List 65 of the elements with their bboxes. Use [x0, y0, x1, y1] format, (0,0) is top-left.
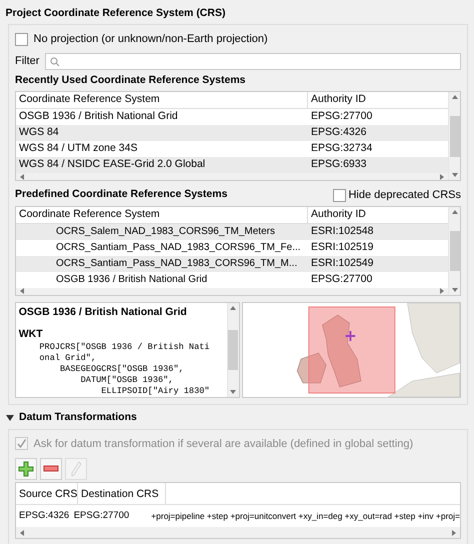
arrow-icon[interactable] [19, 530, 25, 536]
horizontal-scrollbar[interactable] [16, 288, 448, 295]
arrow-icon[interactable] [19, 288, 25, 294]
column-header[interactable]: Coordinate Reference System [16, 207, 308, 223]
arrow-icon[interactable] [19, 174, 25, 180]
horizontal-scrollbar[interactable] [16, 173, 448, 180]
table-cell-text: ESRI:102519 [310, 240, 374, 255]
arrow-icon[interactable] [230, 304, 236, 310]
arrow-icon[interactable] [452, 94, 458, 100]
remove-icon [42, 464, 59, 472]
column-header[interactable]: Coordinate Reference System [16, 92, 308, 108]
table-cell-text: EPSG:27700 [72, 509, 130, 524]
column-header[interactable]: Authority ID [308, 207, 366, 223]
arrow-icon[interactable] [451, 530, 457, 536]
table-cell-text: EPSG:27700 [310, 272, 372, 287]
code-line: onal Grid", [38, 353, 98, 364]
vertical-scrollbar[interactable] [448, 207, 460, 295]
table-cell-text: OCRS_Santiam_Pass_NAD_1983_CORS96_TM_M... [55, 257, 298, 272]
checkbox-label: Hide deprecated CRSs [348, 188, 461, 203]
checkbox-label: No projection (or unknown/non-Earth projection) [34, 32, 268, 47]
column-header[interactable]: Source CRS [16, 483, 78, 504]
table-cell-text: OCRS_Santiam_Pass_NAD_1983_CORS96_TM_Fe... [55, 241, 302, 256]
table-cell-text: WGS 84 [18, 125, 60, 140]
checkbox[interactable] [332, 188, 346, 202]
table-cell-text: OCRS_Salem_NAD_1983_CORS96_TM_Meters [55, 225, 276, 240]
horizontal-scrollbar[interactable] [16, 527, 460, 538]
table-title: Predefined Coordinate Reference Systems [15, 187, 228, 202]
tool-button[interactable] [15, 458, 37, 480]
add-icon [18, 460, 34, 476]
checkbox-label: Ask for datum transformation if several are available (defined in global setting) [34, 436, 414, 452]
expand-arrow-icon[interactable] [6, 414, 14, 422]
table-cell-text: WGS 84 / NSIDC EASE-Grid 2.0 Global [18, 157, 206, 172]
code-line: DATUM["OSGB 1936", [80, 375, 174, 386]
code-line: PROJCRS["OSGB 1936 / British Nati [38, 342, 211, 354]
pencil-icon [70, 460, 82, 476]
arrow-icon[interactable] [452, 287, 458, 293]
table-cell-text: EPSG:27700 [310, 109, 372, 124]
wkt-heading: WKT [18, 326, 44, 342]
table-cell-text: EPSG:6933 [310, 157, 366, 172]
table-cell-text: OSGB 1936 / British National Grid [55, 273, 208, 288]
checkbox[interactable] [15, 32, 28, 46]
section-title: Datum Transformations [19, 410, 137, 425]
table-title: Recently Used Coordinate Reference Systems [15, 72, 247, 88]
table-cell-text: +proj=pipeline +step +proj=unitconvert +xy_in=deg +xy_out=rad +step +inv +proj= [150, 510, 460, 523]
table-cell-text: WGS 84 / UTM zone 34S [18, 141, 138, 156]
code-line: BASEGEOGCRS["OSGB 1936", [59, 364, 185, 376]
arrow-icon[interactable] [230, 388, 236, 394]
tool-button[interactable] [40, 458, 62, 480]
filter-label: Filter [15, 54, 40, 70]
table-cell-text: EPSG:32734 [310, 141, 372, 156]
table-cell-text: EPSG:4326 [18, 509, 70, 524]
column-header[interactable]: Destination CRS [78, 483, 166, 504]
table-cell-text: EPSG:4326 [310, 125, 366, 140]
vertical-scrollbar[interactable] [448, 92, 460, 180]
table-cell-text: ESRI:102549 [310, 256, 374, 271]
crs-name: OSGB 1936 / British National Grid [18, 305, 188, 320]
table-cell-text: OSGB 1936 / British National Grid [18, 109, 179, 124]
code-line: ELLIPSOID["Airy 1830" [100, 386, 211, 398]
arrow-icon[interactable] [452, 209, 458, 215]
search-icon [50, 56, 60, 66]
table-cell-text: ESRI:102548 [310, 224, 374, 239]
column-header[interactable]: Authority ID [308, 92, 366, 108]
vertical-scrollbar[interactable] [226, 302, 239, 396]
section-title: Project Coordinate Reference System (CRS) [4, 6, 226, 20]
filter-field[interactable] [44, 53, 461, 70]
